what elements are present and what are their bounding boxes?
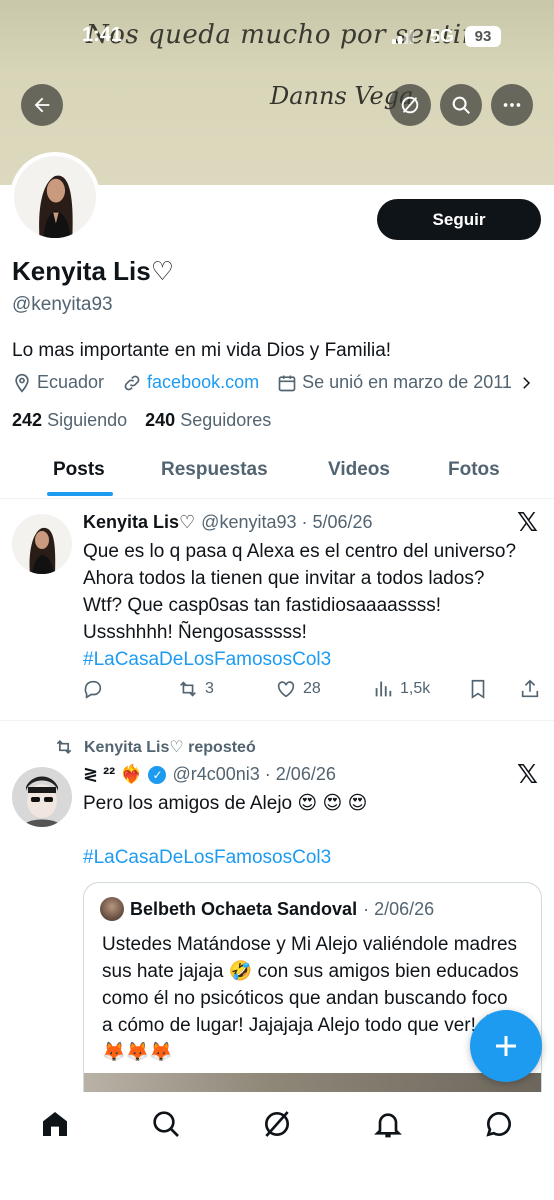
banner-quote: Nos queda mucho por sentir. [86, 20, 481, 50]
website-link[interactable]: facebook.com [147, 372, 259, 393]
profile-handle: @kenyita93 [12, 294, 113, 315]
views-count: 1,5k [400, 680, 431, 697]
grok-button[interactable] [389, 84, 431, 126]
repost-label[interactable]: Kenyita Lis♡ reposteó [84, 737, 256, 757]
followers-count: 240 [145, 410, 176, 430]
search-button[interactable] [440, 84, 482, 126]
followers-link[interactable]: 240 Seguidores [145, 410, 271, 431]
tab-fotos[interactable]: Fotos [448, 459, 500, 481]
profile-bio: Lo mas importante en mi vida Dios y Fami… [12, 340, 392, 361]
quote-avatar [100, 897, 124, 921]
post-author-name[interactable]: Kenyita Lis♡ [83, 512, 195, 533]
repost-button[interactable]: 3 [177, 678, 214, 700]
profile-name: Kenyita Lis♡ [12, 256, 175, 286]
nav-messages[interactable] [483, 1108, 515, 1140]
grok-icon [401, 96, 419, 114]
bookmark-button[interactable] [467, 678, 489, 700]
verified-badge-icon: ✓ [148, 765, 167, 784]
joined-item: Se unió en marzo de 2011 [277, 372, 535, 393]
post-divider [0, 720, 554, 721]
repost-indicator: Kenyita Lis♡ reposteó [54, 737, 256, 757]
x-logo-icon: 𝕏 [517, 760, 538, 790]
quote-header: Belbeth Ochaeta Sandoval · 2/06/26 [100, 897, 434, 921]
search-icon [452, 96, 470, 114]
link-icon [124, 375, 140, 390]
profile-meta: Ecuador facebook.com Se unió en marzo de… [12, 372, 553, 393]
post-header: Kenyita Lis♡ @kenyita93 · 5/06/26 [83, 512, 373, 533]
post-avatar[interactable] [12, 514, 72, 574]
more-button[interactable] [491, 84, 533, 126]
post-text: Pero los amigos de Alejo 😍 😍 😍 [83, 793, 368, 814]
post-hashtag: #LaCasaDeLosFamososCol3 [83, 844, 523, 871]
post-meta: @r4c00ni3 · 2/06/26 [172, 764, 336, 784]
follow-stats: 242 Siguiendo 240 Seguidores [12, 410, 271, 431]
post-avatar[interactable] [12, 767, 72, 827]
arrow-left-icon [34, 97, 50, 113]
following-label: Siguiendo [47, 410, 128, 430]
repost-small-icon [56, 739, 72, 755]
profile-avatar[interactable] [10, 152, 100, 242]
post-author-name[interactable]: ≷ ²² ❤️‍🔥 [83, 764, 142, 785]
repost-count: 3 [205, 680, 214, 697]
quote-text: Ustedes Matándose y Mi Alejo valiéndole … [102, 934, 519, 1063]
post-meta: @kenyita93 · 5/06/26 [201, 512, 373, 532]
compose-button[interactable] [470, 1010, 542, 1082]
location-item: Ecuador [12, 372, 104, 393]
joined-text: Se unió en marzo de 2011 [302, 372, 512, 392]
tab-posts[interactable]: Posts [53, 459, 105, 481]
heart-icon [277, 681, 295, 698]
bell-icon [374, 1113, 402, 1138]
status-time: 1:41 [82, 24, 123, 46]
following-link[interactable]: 242 Siguiendo [12, 410, 127, 431]
repost-icon [180, 681, 196, 697]
search-icon [153, 1111, 179, 1137]
battery-indicator: 93 [465, 26, 501, 47]
bottom-navigation [0, 1092, 554, 1200]
location-pin-icon [15, 373, 29, 393]
website-item[interactable]: facebook.com [122, 372, 259, 393]
x-logo-icon: 𝕏 [517, 508, 538, 538]
post-hashtag[interactable]: #LaCasaDeLosFamososCol3 [83, 649, 331, 670]
post-header: ≷ ²² ❤️‍🔥 ✓ @r4c00ni3 · 2/06/26 [83, 764, 336, 785]
like-button[interactable]: 28 [275, 678, 321, 700]
signal-icon [392, 30, 414, 44]
message-bubble-icon [486, 1111, 511, 1137]
back-button[interactable] [21, 84, 63, 126]
views-chart-icon [375, 681, 392, 697]
post-actions: 3 28 1,5k [82, 678, 544, 706]
followers-label: Seguidores [180, 410, 272, 430]
like-count: 28 [303, 680, 321, 697]
nav-search[interactable] [150, 1108, 182, 1140]
tab-videos[interactable]: Videos [328, 459, 390, 481]
share-button[interactable] [519, 678, 541, 700]
post-body: Que es lo q pasa q Alexa es el centro de… [83, 541, 517, 643]
nav-home[interactable] [39, 1108, 71, 1140]
hashtag-link[interactable]: #LaCasaDeLosFamososCol3 [83, 847, 331, 868]
active-tab-indicator [47, 492, 113, 496]
views-button[interactable]: 1,5k [372, 678, 430, 700]
chevron-right-icon[interactable] [517, 374, 535, 392]
quote-author-name[interactable]: Belbeth Ochaeta Sandoval [130, 899, 357, 920]
reply-button[interactable] [82, 678, 104, 700]
following-count: 242 [12, 410, 43, 430]
plus-icon [496, 1036, 516, 1056]
calendar-icon [278, 375, 296, 391]
location-text: Ecuador [37, 372, 105, 392]
reply-icon [84, 680, 102, 699]
network-label: 5G [430, 26, 455, 46]
more-dots-icon [503, 103, 521, 107]
nav-grok[interactable] [261, 1108, 293, 1140]
bookmark-icon [471, 679, 485, 699]
share-icon [521, 679, 539, 698]
grok-icon [265, 1111, 289, 1137]
home-icon [43, 1112, 67, 1136]
follow-button[interactable]: Seguir [377, 199, 541, 240]
quote-meta: · 2/06/26 [363, 898, 435, 919]
tab-respuestas[interactable]: Respuestas [161, 459, 268, 481]
post-text: Que es lo q pasa q Alexa es el centro de… [83, 538, 523, 673]
nav-notifications[interactable] [372, 1108, 404, 1140]
